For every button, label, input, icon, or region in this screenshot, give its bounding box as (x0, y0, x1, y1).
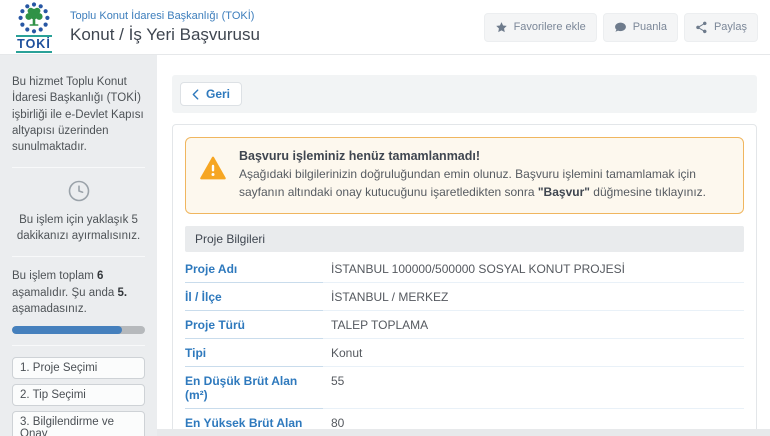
warning-triangle-icon (200, 156, 226, 180)
field-label: Proje Adı (185, 255, 323, 283)
toki-logo-wordmark: TOKİ (16, 34, 52, 54)
share-icon (696, 21, 707, 33)
share-button[interactable]: Paylaş (683, 12, 758, 42)
warning-icon-wrap (200, 156, 226, 185)
field-label: Proje Türü (185, 311, 323, 339)
progress-bar (12, 326, 145, 334)
toki-logo-emblem (18, 2, 50, 34)
field-row-en-dusuk-brut-alan: En Düşük Brüt Alan (m²) 55 (185, 367, 744, 409)
preview-card: Başvuru işleminiz henüz tamamlanmadı! Aş… (172, 124, 757, 436)
sidebar-divider (12, 345, 145, 346)
alert-body-text: düğmesine tıklayınız. (589, 185, 706, 199)
step-3-bilgilendirme-ve-onay: 3. Bilgilendirme ve Onay (12, 411, 145, 436)
progress-note: Bu işlem toplam 6 aşamalıdır. Şu anda 5.… (12, 268, 145, 318)
duration-note: Bu işlem için yaklaşık 5 dakikanızı ayır… (16, 213, 141, 243)
step-1-proje-secimi: 1. Proje Seçimi (12, 357, 145, 379)
alert-title: Başvuru işleminiz henüz tamamlanmadı! (239, 149, 481, 163)
field-value: 55 (323, 367, 744, 409)
field-row-tipi: Tipi Konut (185, 339, 744, 367)
alert-content: Başvuru işleminiz henüz tamamlanmadı! Aş… (239, 149, 729, 201)
sidebar-divider (12, 166, 145, 168)
field-label: Tipi (185, 339, 323, 367)
progress-note-text: aşamadasınız. (12, 303, 87, 316)
project-fields-table: Proje Adı İSTANBUL 100000/500000 SOSYAL … (185, 255, 744, 436)
field-label: En Düşük Brüt Alan (m²) (185, 367, 323, 409)
progress-current-step: 5. (117, 286, 128, 299)
alert-body: Aşağıdaki bilgilerinizin doğruluğundan e… (239, 165, 729, 201)
field-value: İSTANBUL 100000/500000 SOSYAL KONUT PROJ… (323, 255, 744, 283)
share-label: Paylaş (713, 21, 747, 33)
step-2-tip-secimi: 2. Tip Seçimi (12, 384, 145, 406)
rate-button[interactable]: Puanla (602, 12, 678, 42)
step-list: 1. Proje Seçimi 2. Tip Seçimi 3. Bilgile… (12, 357, 145, 436)
rate-label: Puanla (632, 21, 667, 33)
warning-alert: Başvuru işleminiz henüz tamamlanmadı! Aş… (185, 137, 744, 214)
field-value: TALEP TOPLAMA (323, 311, 744, 339)
add-favorite-label: Favorilere ekle (513, 21, 586, 33)
main-content: Geri Başvuru işleminiz henüz tamamlanmad… (157, 55, 770, 436)
page-title: Konut / İş Yeri Başvurusu (70, 24, 260, 44)
back-button[interactable]: Geri (180, 82, 243, 106)
chevron-left-icon (192, 88, 199, 100)
field-row-il-ilce: İl / İlçe İSTANBUL / MERKEZ (185, 283, 744, 311)
field-row-proje-turu: Proje Türü TALEP TOPLAMA (185, 311, 744, 339)
progress-note-text: aşamalıdır. Şu anda (12, 286, 118, 299)
agency-link[interactable]: Toplu Konut İdaresi Başkanlığı (TOKİ) (70, 10, 484, 22)
alert-body-bold: "Başvur" (537, 185, 590, 199)
field-row-proje-adi: Proje Adı İSTANBUL 100000/500000 SOSYAL … (185, 255, 744, 283)
page-body: Bu hizmet Toplu Konut İdaresi Başkanlığı… (0, 55, 770, 436)
header-titles: Toplu Konut İdaresi Başkanlığı (TOKİ) Ko… (70, 10, 484, 45)
add-favorite-button[interactable]: Favorilere ekle (483, 12, 597, 42)
progress-total-steps: 6 (97, 269, 104, 282)
star-icon (495, 21, 507, 32)
section-header-proje-bilgileri: Proje Bilgileri (185, 226, 744, 252)
footer-strip (157, 429, 770, 436)
progress-bar-fill (12, 326, 123, 334)
toki-logo: TOKİ (9, 1, 59, 54)
field-value: İSTANBUL / MERKEZ (323, 283, 744, 311)
field-label: İl / İlçe (185, 283, 323, 311)
service-note: Bu hizmet Toplu Konut İdaresi Başkanlığı… (12, 76, 144, 154)
progress-note-text: Bu işlem toplam (12, 269, 98, 282)
sidebar: Bu hizmet Toplu Konut İdaresi Başkanlığı… (0, 55, 157, 436)
back-bar: Geri (172, 75, 757, 113)
app-header: TOKİ Toplu Konut İdaresi Başkanlığı (TOK… (0, 0, 770, 55)
sidebar-divider (12, 255, 145, 257)
clock-icon (68, 180, 89, 201)
field-value: Konut (323, 339, 744, 367)
clock-wrap (12, 179, 145, 208)
header-actions: Favorilere ekle Puanla Paylaş (483, 12, 758, 42)
comment-icon (614, 22, 626, 32)
back-button-label: Geri (206, 87, 231, 101)
